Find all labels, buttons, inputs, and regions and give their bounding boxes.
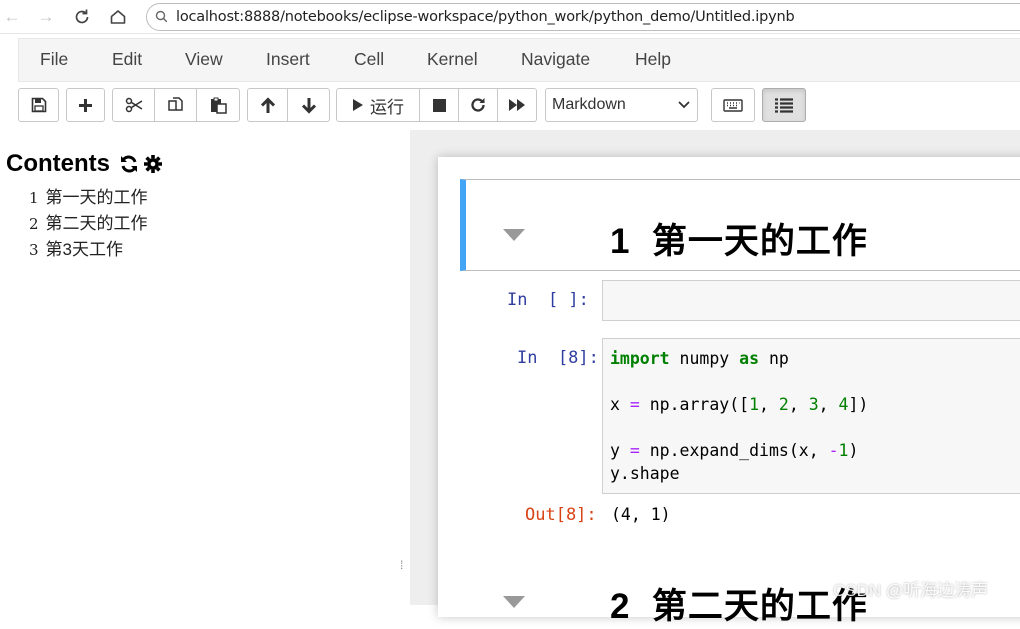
menu-bar: File Edit View Insert Cell Kernel Naviga… xyxy=(18,38,1020,82)
menu-insert[interactable]: Insert xyxy=(266,49,310,70)
search-icon xyxy=(155,10,168,23)
code-line: import numpy as np xyxy=(610,349,789,368)
back-arrow-icon[interactable]: ← xyxy=(1,6,23,28)
run-button-label: 运行 xyxy=(370,97,404,117)
address-bar[interactable]: localhost:8888/notebooks/eclipse-workspa… xyxy=(146,3,1020,31)
menu-cell[interactable]: Cell xyxy=(354,49,384,70)
save-button[interactable] xyxy=(18,88,59,122)
browser-bar: ← → localhost:8888/notebooks/eclipse-wor… xyxy=(0,0,1020,34)
menu-view[interactable]: View xyxy=(185,49,223,70)
list-icon xyxy=(775,97,793,113)
refresh-icon[interactable] xyxy=(119,154,139,174)
empty-cell-prompt: In [ ]: xyxy=(507,290,589,310)
cell-type-select[interactable]: Markdown xyxy=(545,88,698,122)
heading-1: 1 第一天的工作 xyxy=(610,222,868,261)
copy-button[interactable] xyxy=(155,88,197,122)
watermark: CSDN @听海边涛声 xyxy=(833,581,989,600)
chevron-down-icon xyxy=(678,101,690,109)
toc-title: Contents xyxy=(6,150,110,177)
menu-kernel[interactable]: Kernel xyxy=(427,49,478,70)
restart-icon xyxy=(471,98,485,112)
home-icon[interactable] xyxy=(107,6,129,28)
insert-cell-button[interactable] xyxy=(66,88,105,122)
collapse-caret-icon[interactable] xyxy=(503,596,525,608)
toc-toggle-button[interactable] xyxy=(762,88,806,122)
scissors-icon xyxy=(125,97,142,113)
code-cell-prompt: In [8]: xyxy=(517,348,599,368)
command-palette-button[interactable] xyxy=(711,88,755,122)
output-prompt: Out[8]: xyxy=(525,505,597,525)
collapse-caret-icon[interactable] xyxy=(503,229,525,241)
toc-item[interactable]: 3 第3天工作 xyxy=(29,235,123,260)
notebook-toolbar: 运行 Markdown xyxy=(0,82,1020,130)
plus-icon xyxy=(79,98,92,112)
code-line: y.shape xyxy=(610,464,680,483)
keyboard-icon xyxy=(723,98,743,112)
cell-type-value: Markdown xyxy=(552,96,626,113)
heading-2: 2 第二天的工作 xyxy=(610,587,868,626)
menu-help[interactable]: Help xyxy=(635,49,671,70)
fast-forward-icon xyxy=(509,99,525,111)
toc-header: Contents xyxy=(6,150,163,178)
run-button[interactable]: 运行 xyxy=(336,88,420,122)
menu-file[interactable]: File xyxy=(40,49,68,70)
menu-edit[interactable]: Edit xyxy=(112,49,142,70)
arrow-down-icon xyxy=(301,97,316,114)
paste-icon xyxy=(210,97,227,114)
interrupt-button[interactable] xyxy=(420,88,459,122)
code-cell-editor[interactable]: import numpy as np x = np.array([1, 2, 3… xyxy=(602,338,1020,494)
gear-icon[interactable] xyxy=(143,154,163,174)
reload-icon[interactable] xyxy=(71,6,93,28)
copy-icon xyxy=(167,96,183,111)
move-up-button[interactable] xyxy=(247,88,288,122)
cut-button[interactable] xyxy=(112,88,155,122)
move-down-button[interactable] xyxy=(288,88,330,122)
stop-icon xyxy=(432,98,446,112)
arrow-up-icon xyxy=(260,96,275,113)
output-value: (4, 1) xyxy=(611,505,671,524)
url-text: localhost:8888/notebooks/eclipse-workspa… xyxy=(176,9,795,25)
menu-navigate[interactable]: Navigate xyxy=(521,49,590,70)
code-line: x = np.array([1, 2, 3, 4]) xyxy=(610,395,869,414)
code-line: y = np.expand_dims(x, -1) xyxy=(610,441,859,460)
toc-item[interactable]: 2 第二天的工作 xyxy=(29,209,148,234)
resize-handle[interactable]: ⁞ xyxy=(400,558,408,574)
paste-button[interactable] xyxy=(197,88,240,122)
restart-button[interactable] xyxy=(459,88,498,122)
toc-panel: Contents 1 第一天的工作 2 第二天的工作 3 第3天工作 ⁞ xyxy=(0,130,410,605)
empty-code-cell[interactable] xyxy=(602,280,1020,321)
save-icon xyxy=(31,97,46,113)
toc-item[interactable]: 1 第一天的工作 xyxy=(29,183,148,208)
play-icon xyxy=(353,99,363,111)
forward-arrow-icon[interactable]: → xyxy=(35,6,57,28)
restart-run-all-button[interactable] xyxy=(498,88,537,122)
